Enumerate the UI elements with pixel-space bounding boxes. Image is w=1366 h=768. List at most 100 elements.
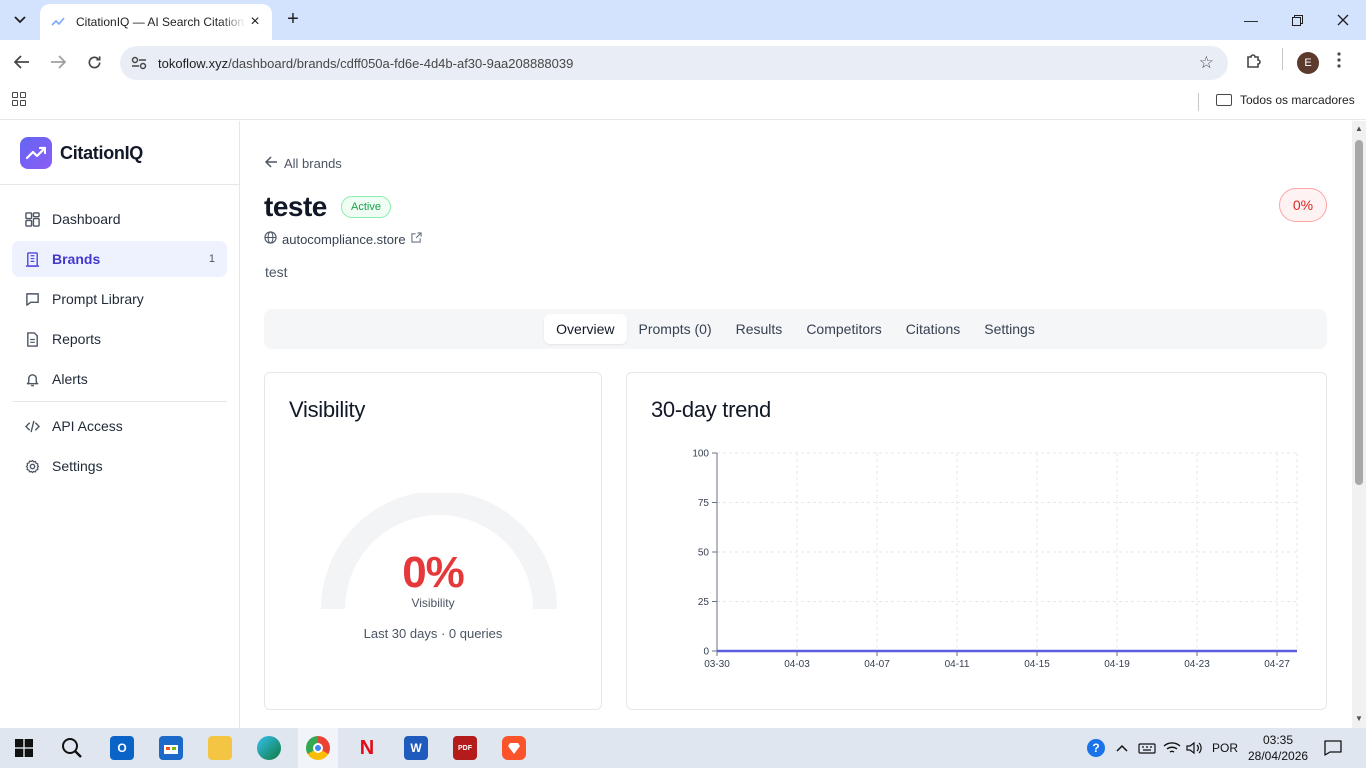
sidebar-item-label: Reports [52,331,102,347]
sidebar-item-label: Dashboard [52,211,121,227]
extensions-puzzle-icon[interactable] [1245,52,1263,75]
tab-settings[interactable]: Settings [972,314,1047,344]
folder-icon [1216,94,1232,106]
brand-domain-link[interactable]: autocompliance.store [264,231,422,247]
y-tick-label: 50 [698,548,710,559]
input-language[interactable]: POR [1212,728,1238,768]
notifications-icon[interactable] [1324,728,1342,768]
help-icon[interactable]: ? [1087,728,1105,768]
sidebar-nav: Dashboard Brands 1 Prompt Library Report… [12,201,227,488]
visibility-value-label: Visibility [411,596,455,610]
x-tick-label: 04-07 [864,659,890,670]
all-bookmarks-button[interactable]: Todos os marcadores [1216,93,1355,107]
volume-icon[interactable] [1186,728,1204,768]
brand-domain: autocompliance.store [282,231,406,247]
wifi-icon[interactable] [1163,728,1181,768]
reload-icon[interactable] [80,48,108,76]
apps-grid-icon[interactable] [12,92,26,106]
sidebar-item-api-access[interactable]: API Access [12,408,227,444]
tab-favicon-icon [50,14,66,30]
windows-taskbar: O N W PDF ? POR 03:35 28/04/2026 [0,728,1366,768]
address-bar[interactable]: tokoflow.xyz/dashboard/brands/cdff050a-f… [120,46,1228,80]
outlook-app-icon[interactable]: O [110,736,134,760]
sidebar-item-alerts[interactable]: Alerts [12,361,227,397]
browser-tabstrip: CitationIQ — AI Search Citation × + — [0,0,1366,40]
sidebar-item-brands[interactable]: Brands 1 [12,241,227,277]
minimize-window-icon[interactable]: — [1228,0,1274,40]
sidebar-item-reports[interactable]: Reports [12,321,227,357]
x-tick-label: 03-30 [704,659,730,670]
app-logo-icon [20,137,52,169]
store-app-icon[interactable] [159,736,183,760]
sidebar-item-settings[interactable]: Settings [12,448,227,484]
close-window-icon[interactable] [1320,0,1366,40]
scrollbar-thumb[interactable] [1355,140,1363,485]
status-badge: Active [341,196,391,218]
browser-menu-icon[interactable] [1337,52,1341,73]
tab-competitors[interactable]: Competitors [794,314,893,344]
sidebar-item-label: Prompt Library [52,291,144,307]
restore-window-icon[interactable] [1274,0,1320,40]
brand-tabs: Overview Prompts (0) Results Competitors… [264,309,1327,349]
visibility-card-title: Visibility [289,397,366,422]
url-text: tokoflow.xyz/dashboard/brands/cdff050a-f… [158,55,574,71]
profile-avatar[interactable]: E [1297,52,1319,74]
pdf-app-icon[interactable]: PDF [453,736,477,760]
brands-count-badge: 1 [208,253,215,265]
trend-chart: 0 25 50 75 100 03-30 04-03 04-07 04-11 04-15 04-19… [692,449,1298,670]
app-brand[interactable]: CitationIQ [20,137,143,169]
tab-search-chevron-icon[interactable] [6,7,34,33]
tab-citations[interactable]: Citations [894,314,972,344]
brave-browser-icon[interactable] [502,736,526,760]
new-tab-button[interactable]: + [280,7,306,33]
bookmarks-divider [1198,93,1199,111]
browser-tab-active[interactable]: CitationIQ — AI Search Citation × [40,4,272,40]
tab-prompts[interactable]: Prompts (0) [627,314,724,344]
edge-browser-icon[interactable] [257,736,281,760]
toolbar-divider [1282,48,1283,70]
sidebar-item-dashboard[interactable]: Dashboard [12,201,227,237]
back-to-brands-link[interactable]: All brands [264,155,342,171]
x-tick-label: 04-03 [784,659,810,670]
tray-overflow-chevron-icon[interactable] [1116,728,1128,768]
main-content: All brands teste Active autocompliance.s… [240,121,1352,728]
brand-description: test [265,264,288,280]
file-explorer-icon[interactable] [208,736,232,760]
sidebar-item-label: API Access [52,418,123,434]
taskbar-search-icon[interactable] [60,736,84,760]
forward-arrow-icon[interactable] [44,48,72,76]
netflix-app-icon[interactable]: N [355,736,379,760]
tab-results[interactable]: Results [724,314,795,344]
page-scrollbar[interactable]: ▲ ▼ [1352,121,1366,728]
brand-score-badge: 0% [1279,188,1327,222]
bell-icon [24,371,40,387]
back-link-label: All brands [284,155,342,171]
site-info-icon[interactable] [124,56,154,70]
back-arrow-icon[interactable] [8,48,36,76]
clock-date: 28/04/2026 [1248,749,1309,763]
tab-close-icon[interactable]: × [246,13,264,31]
x-tick-label: 04-27 [1264,659,1290,670]
word-app-icon[interactable]: W [404,736,428,760]
chrome-app-icon[interactable] [306,736,330,760]
y-tick-label: 0 [703,647,709,658]
gear-icon [24,458,40,474]
x-tick-label: 04-15 [1024,659,1050,670]
code-icon [24,418,40,434]
brands-icon [24,251,40,267]
sidebar-item-label: Brands [52,251,101,267]
keyboard-icon[interactable] [1138,728,1156,768]
visibility-card: Visibility 0% Visibility Last 30 days · … [264,372,602,710]
sidebar-divider [0,184,239,185]
sidebar-item-prompt-library[interactable]: Prompt Library [12,281,227,317]
taskbar-clock[interactable]: 03:35 28/04/2026 [1248,732,1308,764]
tab-title: CitationIQ — AI Search Citation [76,15,245,29]
windows-start-icon[interactable] [12,736,36,760]
browser-toolbar: tokoflow.xyz/dashboard/brands/cdff050a-f… [0,40,1366,85]
arrow-left-icon [264,155,278,171]
all-bookmarks-label: Todos os marcadores [1240,93,1355,107]
bookmark-star-icon[interactable]: ☆ [1199,53,1214,73]
scroll-up-icon[interactable]: ▲ [1355,124,1363,133]
scroll-down-icon[interactable]: ▼ [1355,714,1363,723]
tab-overview[interactable]: Overview [544,314,627,344]
